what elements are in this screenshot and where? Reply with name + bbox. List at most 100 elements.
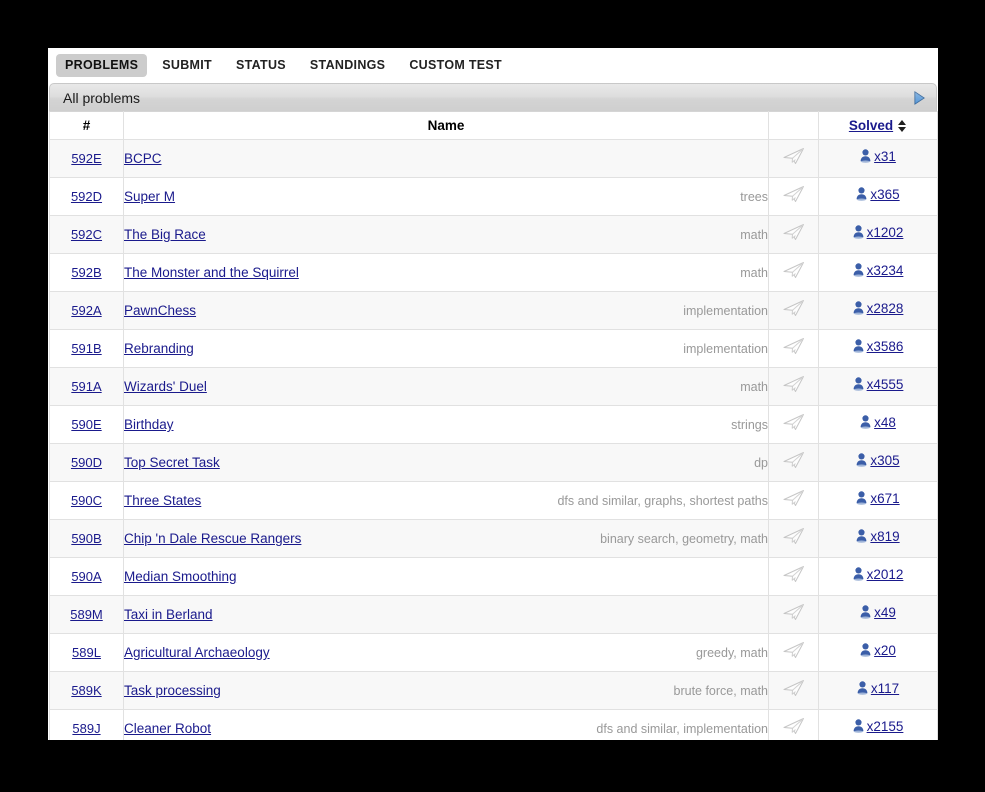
problem-name-link[interactable]: The Big Race — [124, 227, 206, 242]
paper-plane-icon[interactable] — [783, 413, 805, 431]
paper-plane-icon[interactable] — [783, 565, 805, 583]
problem-id-link[interactable]: 589M — [70, 607, 103, 622]
table-row[interactable]: 592A PawnChess implementation x2828 — [49, 291, 938, 330]
problem-id-link[interactable]: 592A — [71, 303, 101, 318]
column-header-name: Name — [123, 111, 769, 140]
table-row[interactable]: 589K Task processing brute force, math x… — [49, 671, 938, 710]
problem-id-link[interactable]: 589K — [71, 683, 101, 698]
paper-plane-icon[interactable] — [783, 185, 805, 203]
problem-id-link[interactable]: 592E — [71, 151, 101, 166]
solved-count-link[interactable]: x20 — [860, 643, 896, 658]
problem-tags: math — [740, 379, 768, 394]
user-icon — [853, 225, 864, 239]
table-row[interactable]: 592D Super M trees x365 — [49, 177, 938, 216]
problem-id-link[interactable]: 590A — [71, 569, 101, 584]
problem-name-link[interactable]: Agricultural Archaeology — [124, 645, 270, 660]
table-row[interactable]: 591B Rebranding implementation x3586 — [49, 329, 938, 368]
problem-id-link[interactable]: 589J — [72, 721, 100, 736]
paper-plane-icon[interactable] — [783, 717, 805, 735]
table-row[interactable]: 590C Three States dfs and similar, graph… — [49, 481, 938, 520]
problem-name-link[interactable]: Taxi in Berland — [124, 607, 213, 622]
problem-name-link[interactable]: PawnChess — [124, 303, 196, 318]
problem-name-link[interactable]: Birthday — [124, 417, 174, 432]
problem-name-link[interactable]: Median Smoothing — [124, 569, 237, 584]
section-header: All problems — [49, 83, 937, 111]
problem-id-link[interactable]: 590D — [71, 455, 102, 470]
solved-count-link[interactable]: x3234 — [853, 263, 903, 278]
paper-plane-icon[interactable] — [783, 603, 805, 621]
solved-count-text: x49 — [874, 604, 896, 620]
table-row[interactable]: 590E Birthday strings x48 — [49, 405, 938, 444]
problem-name-link[interactable]: Wizards' Duel — [124, 379, 207, 394]
problem-name-cell: Chip 'n Dale Rescue Rangers binary searc… — [123, 519, 769, 558]
tab-submit[interactable]: SUBMIT — [153, 54, 221, 77]
table-row[interactable]: 592E BCPC x31 — [49, 139, 938, 178]
problem-id-link[interactable]: 592C — [71, 227, 102, 242]
problem-id-link[interactable]: 591A — [71, 379, 101, 394]
user-icon — [860, 415, 871, 429]
problem-name-link[interactable]: BCPC — [124, 151, 162, 166]
problem-name-link[interactable]: Three States — [124, 493, 201, 508]
paper-plane-icon[interactable] — [783, 489, 805, 507]
table-row[interactable]: 590D Top Secret Task dp x305 — [49, 443, 938, 482]
problem-id-link[interactable]: 590E — [71, 417, 101, 432]
problem-name-link[interactable]: The Monster and the Squirrel — [124, 265, 299, 280]
table-row[interactable]: 591A Wizards' Duel math x4555 — [49, 367, 938, 406]
column-header-id: # — [49, 111, 124, 140]
solved-count-link[interactable]: x671 — [856, 491, 900, 506]
solved-count-text: x305 — [870, 452, 900, 468]
solved-count-link[interactable]: x2155 — [853, 719, 903, 734]
table-row[interactable]: 590B Chip 'n Dale Rescue Rangers binary … — [49, 519, 938, 558]
solved-count-link[interactable]: x819 — [856, 529, 900, 544]
table-row[interactable]: 592C The Big Race math x1202 — [49, 215, 938, 254]
problem-name-link[interactable]: Chip 'n Dale Rescue Rangers — [124, 531, 301, 546]
paper-plane-icon[interactable] — [783, 223, 805, 241]
paper-plane-icon[interactable] — [783, 375, 805, 393]
tab-problems[interactable]: PROBLEMS — [56, 54, 148, 77]
solved-count-link[interactable]: x49 — [860, 605, 896, 620]
paper-plane-icon[interactable] — [783, 261, 805, 279]
paper-plane-icon[interactable] — [783, 337, 805, 355]
table-row[interactable]: 589M Taxi in Berland x49 — [49, 595, 938, 634]
paper-plane-icon[interactable] — [783, 299, 805, 317]
tab-standings[interactable]: STANDINGS — [301, 54, 394, 77]
problem-submit-cell — [768, 443, 819, 482]
problem-tags: math — [740, 265, 768, 280]
problem-id-link[interactable]: 592B — [71, 265, 101, 280]
problem-id-link[interactable]: 591B — [71, 341, 101, 356]
problem-id-link[interactable]: 592D — [71, 189, 102, 204]
problem-id-link[interactable]: 589L — [72, 645, 101, 660]
problem-id-link[interactable]: 590B — [71, 531, 101, 546]
problem-name-link[interactable]: Rebranding — [124, 341, 194, 356]
solved-count-link[interactable]: x31 — [860, 149, 896, 164]
paper-plane-icon[interactable] — [783, 641, 805, 659]
solved-count-link[interactable]: x3586 — [853, 339, 903, 354]
paper-plane-icon[interactable] — [783, 527, 805, 545]
paper-plane-icon[interactable] — [783, 451, 805, 469]
solved-count-link[interactable]: x1202 — [853, 225, 903, 240]
tab-status[interactable]: STATUS — [227, 54, 295, 77]
paper-plane-icon[interactable] — [783, 147, 805, 165]
solved-count-link[interactable]: x365 — [856, 187, 900, 202]
solved-count-link[interactable]: x117 — [857, 681, 899, 696]
table-row[interactable]: 589J Cleaner Robot dfs and similar, impl… — [49, 709, 938, 740]
table-row[interactable]: 592B The Monster and the Squirrel math x… — [49, 253, 938, 292]
problem-name-link[interactable]: Cleaner Robot — [124, 721, 211, 736]
problem-name-link[interactable]: Top Secret Task — [124, 455, 220, 470]
solved-count-link[interactable]: x48 — [860, 415, 896, 430]
solved-sort-link[interactable]: Solved — [849, 118, 893, 133]
solved-count-link[interactable]: x2828 — [853, 301, 903, 316]
solved-count-link[interactable]: x4555 — [853, 377, 903, 392]
paper-plane-icon[interactable] — [783, 679, 805, 697]
solved-count-link[interactable]: x305 — [856, 452, 900, 468]
problem-id-link[interactable]: 590C — [71, 493, 102, 508]
problem-tags: implementation — [683, 303, 768, 318]
table-row[interactable]: 589L Agricultural Archaeology greedy, ma… — [49, 633, 938, 672]
solved-count-link[interactable]: x2012 — [853, 567, 903, 582]
tab-custom-test[interactable]: CUSTOM TEST — [400, 54, 511, 77]
problem-name-link[interactable]: Super M — [124, 189, 175, 204]
table-row[interactable]: 590A Median Smoothing x2012 — [49, 557, 938, 596]
play-triangle-icon[interactable] — [912, 90, 926, 106]
problem-name-link[interactable]: Task processing — [124, 683, 221, 698]
sort-updown-icon[interactable] — [898, 119, 907, 133]
